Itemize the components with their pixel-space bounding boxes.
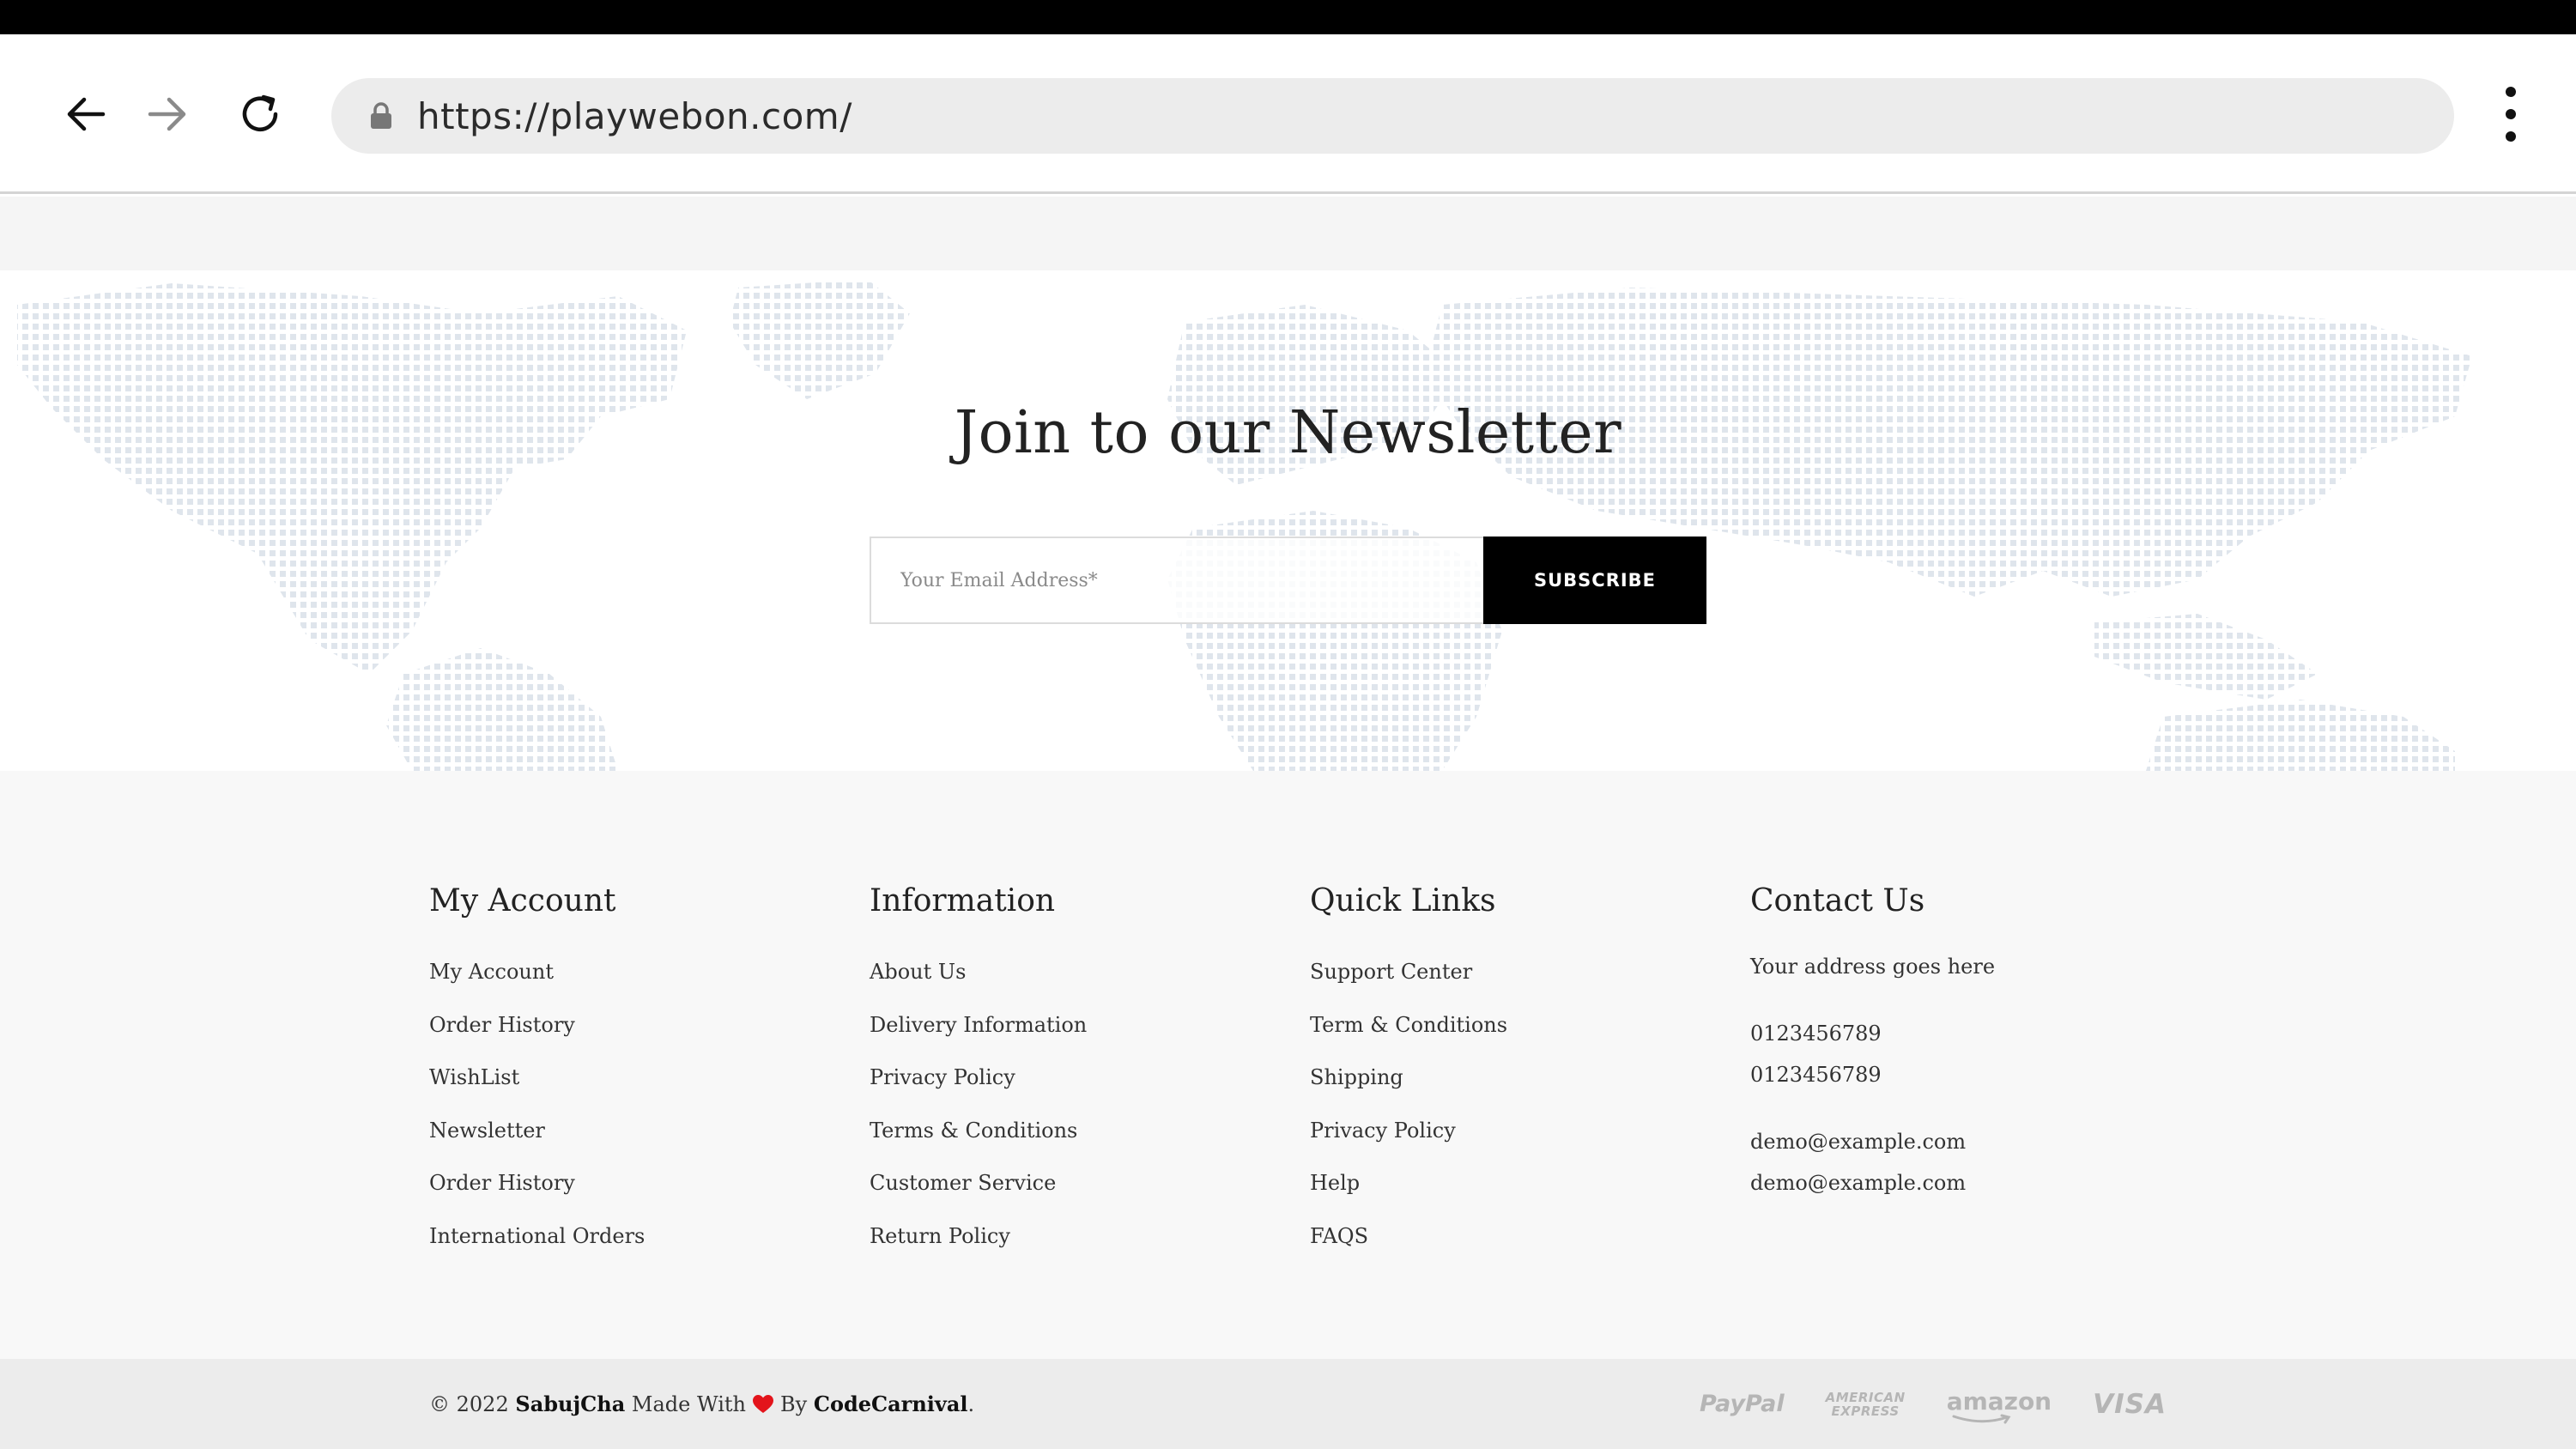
- footer-link[interactable]: Delivery Information: [870, 999, 1282, 1052]
- forward-button[interactable]: [129, 34, 206, 194]
- contact-address: Your address goes here: [1750, 955, 1996, 979]
- footer-column-title: Contact Us: [1750, 883, 1925, 919]
- newsletter-section: Join to our Newsletter Subscribe: [0, 270, 2576, 771]
- browser-toolbar: https://playwebon.com/: [0, 34, 2576, 194]
- address-bar[interactable]: https://playwebon.com/: [331, 78, 2454, 154]
- lock-icon: [366, 100, 397, 131]
- amex-logo-line: EXPRESS: [1831, 1403, 1900, 1419]
- footer-link-list: My Account Order History WishList Newsle…: [429, 946, 841, 1263]
- footer-link[interactable]: Order History: [429, 1157, 841, 1210]
- footer-link[interactable]: Newsletter: [429, 1105, 841, 1158]
- amazon-logo-text: amazon: [1946, 1387, 2052, 1416]
- menu-dot-icon: [2506, 109, 2516, 119]
- page-top-band: [0, 197, 2576, 270]
- copyright-made-with: Made With: [631, 1391, 747, 1416]
- footer-column-contact: Contact Us Your address goes here 012345…: [1750, 882, 2162, 1203]
- footer-column-quick-links: Quick Links Support Center Term & Condit…: [1310, 882, 1722, 1263]
- browser-menu-button[interactable]: [2489, 69, 2532, 160]
- arrow-left-icon: [67, 97, 106, 131]
- status-strip: [0, 0, 2576, 34]
- footer-link[interactable]: My Account: [429, 946, 841, 999]
- amex-logo-line: AMERICAN: [1825, 1389, 1906, 1405]
- copyright-suffix: .: [967, 1391, 975, 1416]
- footer-link[interactable]: Privacy Policy: [870, 1052, 1282, 1105]
- footer-link-list: Support Center Term & Conditions Shippin…: [1310, 946, 1722, 1263]
- footer-column-title: My Account: [429, 883, 616, 919]
- contact-email[interactable]: demo@example.com: [1750, 1121, 2162, 1162]
- amazon-logo: amazon: [1946, 1387, 2052, 1424]
- menu-dot-icon: [2506, 131, 2516, 142]
- url-text[interactable]: https://playwebon.com/: [417, 95, 852, 137]
- amex-logo: AMERICAN EXPRESS: [1826, 1391, 1906, 1418]
- footer-link[interactable]: FAQS: [1310, 1210, 1722, 1264]
- newsletter-title: Join to our Newsletter: [954, 399, 1622, 467]
- footer: My Account My Account Order History Wish…: [0, 771, 2576, 1359]
- footer-link-list: About Us Delivery Information Privacy Po…: [870, 946, 1282, 1263]
- copyright-year: © 2022: [429, 1391, 509, 1416]
- footer-link[interactable]: Shipping: [1310, 1052, 1722, 1105]
- footer-link[interactable]: Privacy Policy: [1310, 1105, 1722, 1158]
- amazon-smile-icon: [1952, 1414, 2011, 1424]
- arrow-right-icon: [148, 97, 186, 131]
- copyright-author-link[interactable]: CodeCarnival: [814, 1391, 968, 1416]
- reload-button[interactable]: [221, 34, 299, 194]
- payment-logos: PayPal AMERICAN EXPRESS amazon VISA: [1700, 1359, 2167, 1449]
- subscribe-button[interactable]: Subscribe: [1483, 537, 1706, 624]
- footer-link[interactable]: Help: [1310, 1157, 1722, 1210]
- reload-icon: [242, 94, 278, 131]
- contact-phone[interactable]: 0123456789: [1750, 1054, 2162, 1095]
- footer-link[interactable]: Customer Service: [870, 1157, 1282, 1210]
- footer-link[interactable]: Support Center: [1310, 946, 1722, 999]
- footer-column-information: Information About Us Delivery Informatio…: [870, 882, 1282, 1263]
- footer-link[interactable]: Return Policy: [870, 1210, 1282, 1264]
- footer-column-title: Information: [870, 883, 1056, 919]
- copyright-text: © 2022 SabujCha Made With By CodeCarnival…: [429, 1359, 974, 1449]
- footer-column-title: Quick Links: [1310, 883, 1496, 919]
- copyright-brand-link[interactable]: SabujCha: [515, 1391, 625, 1416]
- footer-link[interactable]: WishList: [429, 1052, 841, 1105]
- paypal-logo: PayPal: [1700, 1391, 1785, 1417]
- menu-dot-icon: [2506, 87, 2516, 97]
- visa-logo: VISA: [2093, 1388, 2167, 1420]
- copyright-bar: © 2022 SabujCha Made With By CodeCarnival…: [0, 1359, 2576, 1449]
- email-input[interactable]: [870, 537, 1485, 624]
- heart-icon: [753, 1394, 774, 1414]
- footer-link[interactable]: About Us: [870, 946, 1282, 999]
- copyright-by: By: [780, 1391, 808, 1416]
- contact-phone[interactable]: 0123456789: [1750, 1013, 2162, 1054]
- world-map-background: [17, 279, 2472, 771]
- footer-link[interactable]: Term & Conditions: [1310, 999, 1722, 1052]
- footer-link[interactable]: Terms & Conditions: [870, 1105, 1282, 1158]
- footer-link[interactable]: Order History: [429, 999, 841, 1052]
- footer-link[interactable]: International Orders: [429, 1210, 841, 1264]
- contact-email[interactable]: demo@example.com: [1750, 1162, 2162, 1203]
- back-button[interactable]: [47, 34, 124, 194]
- footer-column-my-account: My Account My Account Order History Wish…: [429, 882, 841, 1263]
